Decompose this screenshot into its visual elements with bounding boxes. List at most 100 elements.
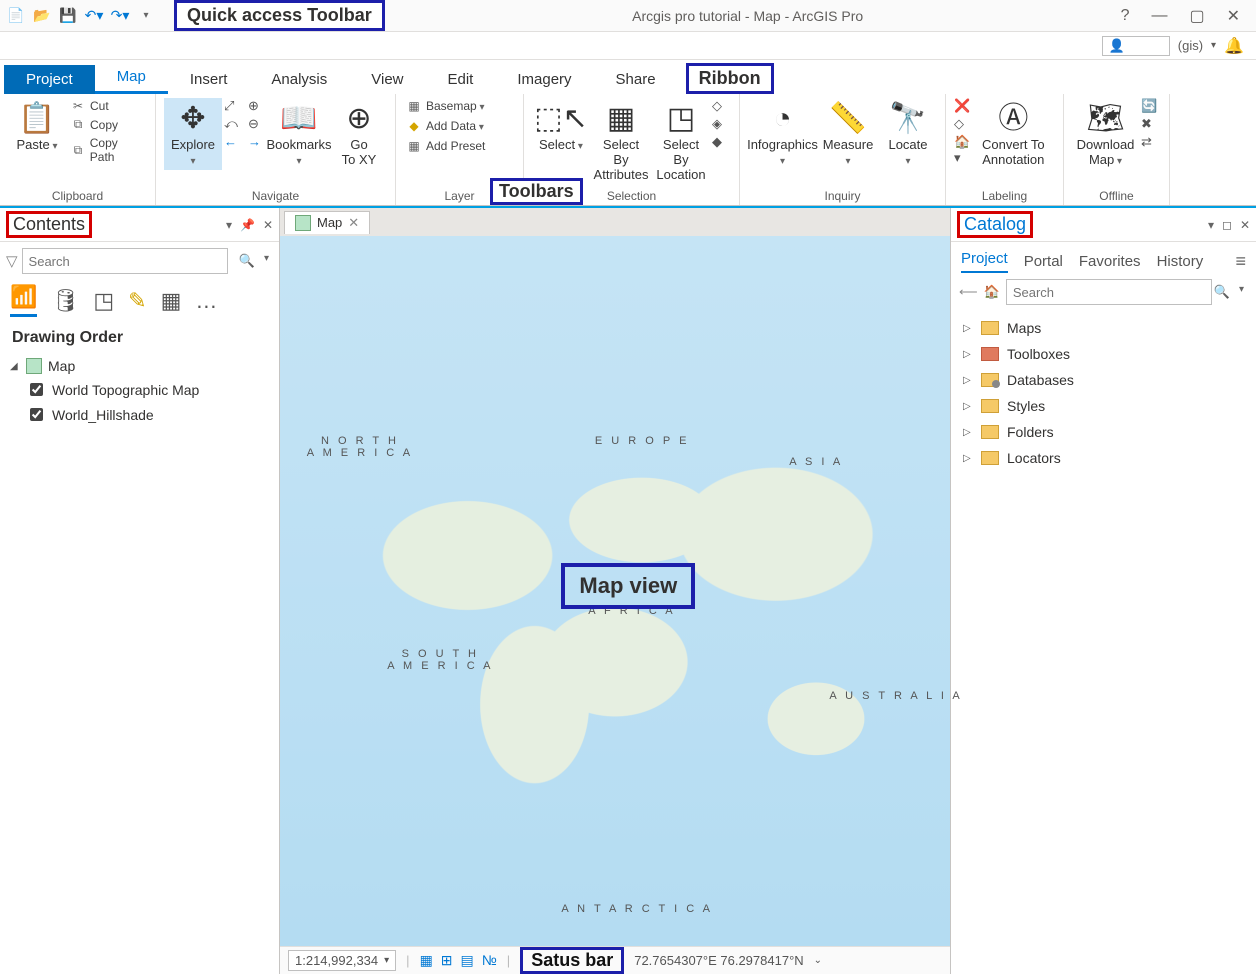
layer-visibility-checkbox[interactable] [30,383,43,396]
search-dropdown-icon[interactable]: ▾ [1239,284,1244,295]
catalog-tab-favorites[interactable]: Favorites [1079,253,1141,270]
paste-button[interactable]: 📋 Paste [8,98,66,155]
signin-dropdown-icon[interactable]: ▾ [1211,40,1216,51]
constraints-icon[interactable]: ⊞ [441,952,453,969]
map-root-node[interactable]: ◢ Map [8,355,271,377]
select-by-location-button[interactable]: ◳ Select By Location [652,98,710,185]
help-icon[interactable]: ? [1121,7,1130,25]
catalog-tab-project[interactable]: Project [961,250,1008,273]
tab-insert[interactable]: Insert [168,65,250,94]
navigate-mini-tools[interactable]: ⤢⊕ ⤺⊖ ←→ [224,98,268,149]
map-canvas[interactable]: N O R T HA M E R I C A E U R O P E A S I… [280,236,950,946]
close-icon[interactable]: ✕ [1227,6,1240,26]
cut-button[interactable]: ✂Cut [68,98,147,114]
map-tab-close-icon[interactable]: ✕ [348,215,359,231]
catalog-home-icon[interactable]: 🏠 [984,284,1000,300]
pane-options-icon[interactable]: ▾ [226,218,232,232]
annotation-toolbars: Toolbars [490,178,583,205]
list-by-drawing-order-icon[interactable]: 📶 [10,284,37,317]
map-tab[interactable]: Map ✕ [284,211,370,234]
redo-icon[interactable]: ↷▾ [110,6,130,26]
catalog-node[interactable]: ▷Toolboxes [959,341,1248,367]
catalog-pane: Catalog ▾ ◻ ✕ Project Portal Favorites H… [950,208,1256,974]
ribbon-group-title: Clipboard [8,187,147,203]
copy-path-button[interactable]: ⧉Copy Path [68,135,147,165]
layer-visibility-checkbox[interactable] [30,408,43,421]
search-icon[interactable]: 🔍 [239,253,255,269]
list-by-selection-icon[interactable]: ◳ [93,288,114,314]
snapping-icon[interactable]: ▦ [420,952,433,969]
gotoxy-button[interactable]: ⊕ Go To XY [330,98,388,170]
labeling-mini-tools[interactable]: ❌◇🏠▾ [954,98,974,166]
copy-button[interactable]: ⧉Copy [68,116,147,133]
map-scale-input[interactable]: 1:214,992,334 ▾ [288,950,396,971]
search-icon[interactable]: 🔍 [1214,284,1230,300]
catalog-menu-icon[interactable]: ≡ [1235,251,1246,272]
filter-icon[interactable]: ▽ [6,252,18,270]
basemap-button[interactable]: ▦Basemap [404,98,515,114]
download-map-button[interactable]: 🗺 Download Map [1072,98,1139,170]
qat-customize-icon[interactable]: ▾ [136,6,156,26]
select-button[interactable]: ⬚↖ Select [532,98,590,155]
grid-icon[interactable]: ▤ [461,952,474,969]
save-project-icon[interactable]: 💾 [58,6,78,26]
styles-icon [981,399,999,413]
open-project-icon[interactable]: 📂 [32,6,52,26]
coords-dropdown-icon[interactable]: ⌄ [814,955,822,966]
bookmarks-button[interactable]: 📖 Bookmarks [270,98,328,170]
list-by-source-icon[interactable]: 🛢 [51,288,79,314]
catalog-node[interactable]: ▷Maps [959,315,1248,341]
contents-more-icon[interactable]: … [195,288,217,314]
scale-dropdown-icon[interactable]: ▾ [384,955,389,966]
catalog-tab-history[interactable]: History [1157,253,1204,270]
infographics-button[interactable]: ◔ Infographics [748,98,817,170]
notifications-icon[interactable]: 🔔 [1224,36,1244,56]
map-label-au: A U S T R A L I A [829,690,962,702]
catalog-back-icon[interactable]: ⟵ [959,284,978,300]
tab-map[interactable]: Map [95,62,168,94]
pane-options-icon[interactable]: ▾ [1208,218,1214,232]
minimize-icon[interactable]: — [1151,7,1167,25]
signin-box[interactable]: 👤 [1102,36,1170,56]
maximize-icon[interactable]: ▢ [1189,6,1204,26]
locate-button[interactable]: 🔭 Locate [879,98,937,170]
pane-close-icon[interactable]: ✕ [263,218,273,232]
catalog-node[interactable]: ▷Styles [959,393,1248,419]
catalog-node[interactable]: ▷Locators [959,445,1248,471]
correction-icon[interactable]: № [482,952,497,969]
more-labels-icon: ◇ [954,116,974,132]
pane-float-icon[interactable]: ◻ [1222,218,1232,232]
tab-edit[interactable]: Edit [426,65,496,94]
convert-to-annotation-button[interactable]: Ⓐ Convert To Annotation [976,98,1051,170]
full-extent-icon: ⤢ [224,98,244,114]
pane-close-icon[interactable]: ✕ [1240,218,1250,232]
measure-button[interactable]: 📏 Measure [819,98,877,170]
expander-icon[interactable]: ◢ [10,361,20,372]
ribbon-group-offline: 🗺 Download Map 🔄✖⇄ Offline [1064,94,1170,205]
undo-icon[interactable]: ↶▾ [84,6,104,26]
explore-button[interactable]: ✥ Explore [164,98,222,170]
offline-mini-tools[interactable]: 🔄✖⇄ [1141,98,1161,150]
layer-item[interactable]: World_Hillshade [8,402,271,427]
catalog-tab-portal[interactable]: Portal [1024,253,1063,270]
tab-analysis[interactable]: Analysis [249,65,349,94]
search-dropdown-icon[interactable]: ▾ [264,253,269,264]
pane-pin-icon[interactable]: 📌 [240,218,255,232]
database-icon [981,373,999,387]
add-data-button[interactable]: ◆Add Data [404,118,515,134]
catalog-node[interactable]: ▷Databases [959,367,1248,393]
catalog-search-input[interactable] [1006,279,1212,305]
new-project-icon[interactable]: 📄 [6,6,26,26]
layer-item[interactable]: World Topographic Map [8,377,271,402]
add-preset-button[interactable]: ▦Add Preset [404,138,515,154]
selection-mini-tools[interactable]: ◇ ◈ ◆ [712,98,732,150]
catalog-node[interactable]: ▷Folders [959,419,1248,445]
select-by-attributes-button[interactable]: ▦ Select By Attributes [592,98,650,185]
tab-view[interactable]: View [349,65,425,94]
tab-project[interactable]: Project [4,65,95,94]
tab-imagery[interactable]: Imagery [495,65,593,94]
tab-share[interactable]: Share [594,65,678,94]
list-by-snapping-icon[interactable]: ▦ [161,288,182,314]
contents-search-input[interactable] [22,248,228,274]
list-by-editing-icon[interactable]: ✎ [128,288,146,314]
